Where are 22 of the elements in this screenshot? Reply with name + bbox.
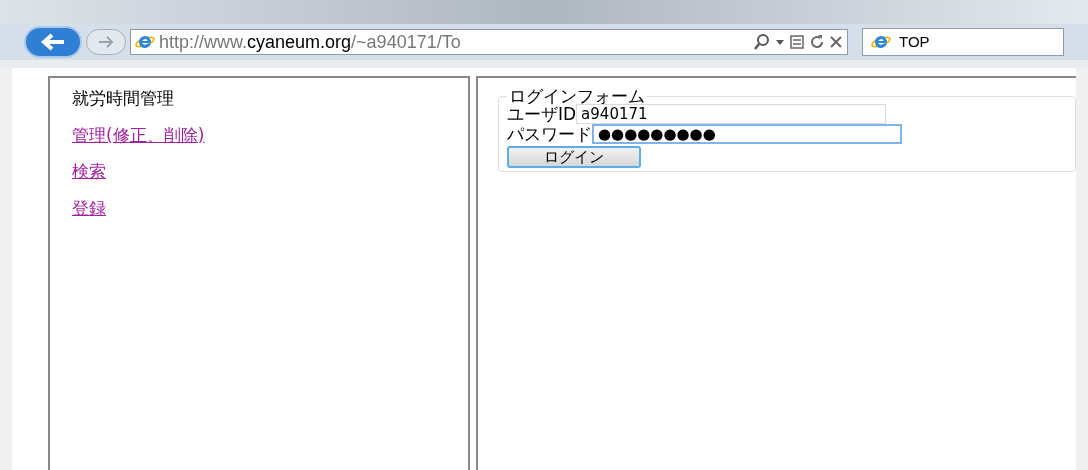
close-icon[interactable] xyxy=(829,35,843,49)
refresh-icon[interactable] xyxy=(809,34,825,50)
login-button[interactable]: ログイン xyxy=(507,146,641,168)
forward-arrow-icon xyxy=(97,35,115,49)
fieldset-legend: ログインフォーム xyxy=(507,88,647,104)
text-field[interactable]: ●●●●●●●●● xyxy=(592,124,902,144)
browser-logo-icon xyxy=(871,33,891,51)
menu-link[interactable]: 検索 xyxy=(72,159,106,185)
back-arrow-icon xyxy=(40,32,66,52)
dropdown-caret-icon[interactable] xyxy=(775,38,785,46)
field-label: パスワード xyxy=(507,124,592,144)
search-icon[interactable] xyxy=(753,33,771,51)
menu-title: 就労時間管理 xyxy=(72,87,175,110)
field-label: ユーザID xyxy=(507,104,577,124)
text-field[interactable]: a940171 xyxy=(576,104,887,124)
url-text: http://www.cyaneum.org/~a940171/To xyxy=(159,30,461,54)
menu-link[interactable]: 登録 xyxy=(72,195,106,221)
menu-link[interactable]: 管理(修正、削除) xyxy=(72,122,205,148)
browser-logo-icon xyxy=(135,33,155,51)
address-bar[interactable]: http://www.cyaneum.org/~a940171/To xyxy=(130,29,848,55)
browser-tab[interactable]: TOP xyxy=(862,28,1064,56)
back-button[interactable] xyxy=(24,26,82,58)
